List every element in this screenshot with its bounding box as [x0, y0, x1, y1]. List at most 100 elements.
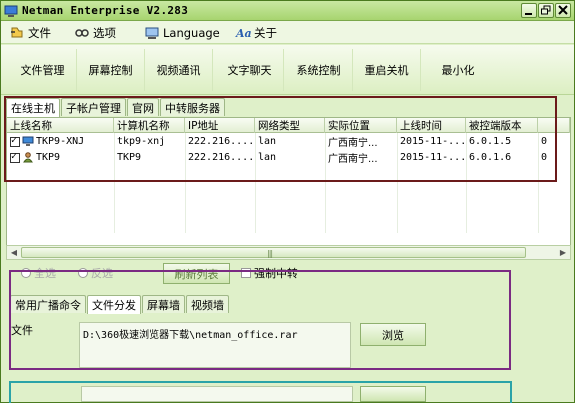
row-name: TKP9	[36, 152, 61, 163]
minimize-button[interactable]	[521, 3, 537, 18]
menu-about[interactable]: Aa 关于	[235, 24, 277, 41]
menu-file[interactable]: 文件	[9, 24, 51, 41]
column-divider	[466, 133, 467, 233]
scroll-right-arrow-icon[interactable]: ▶	[556, 246, 570, 259]
select-all-radio[interactable]	[21, 268, 31, 278]
column-divider	[185, 133, 186, 233]
cell-computer: TKP9	[117, 152, 142, 163]
restore-button[interactable]	[538, 3, 554, 18]
minimize-icon	[525, 13, 532, 15]
col-location[interactable]: 实际位置	[325, 118, 397, 133]
refresh-list-button[interactable]: 刷新列表	[163, 263, 230, 284]
restart-shutdown-button[interactable]: 重启关机	[353, 49, 421, 91]
table-header: 上线名称 计算机名称 IP地址 网络类型 实际位置 上线时间 被控端版本	[7, 118, 570, 133]
cell-online-name: TKP9-XNJ	[7, 134, 114, 149]
app-logo-icon	[4, 5, 18, 17]
tab-subaccounts[interactable]: 子帐户管理	[61, 98, 126, 116]
cell-time: 2015-11-...	[400, 152, 466, 163]
col-client-version[interactable]: 被控端版本	[466, 118, 538, 133]
minimize-app-button[interactable]: 最小化	[424, 49, 492, 91]
file-manager-button[interactable]: 文件管理	[9, 49, 77, 91]
restore-icon	[541, 5, 551, 15]
system-control-button[interactable]: 系统控制	[285, 49, 353, 91]
menu-options[interactable]: 选项	[74, 24, 116, 41]
browse-button[interactable]: 浏览	[360, 323, 426, 346]
relay-control: 强制中转	[241, 263, 298, 283]
cell-version: 6.0.1.6	[469, 152, 512, 163]
row-name: TKP9-XNJ	[36, 136, 85, 147]
table-row[interactable]: TKP9 TKP9 222.216.... lan 广西南宁... 2015-1…	[7, 150, 570, 165]
cell-computer: tkp9-xnj	[117, 136, 166, 147]
file-label: 文件	[11, 324, 33, 337]
table-row[interactable]: TKP9-XNJ tkp9-xnj 222.216.... lan 广西南宁..…	[7, 134, 570, 149]
title-bar[interactable]: Netman Enterprise V2.283	[1, 1, 574, 21]
toolbar: 文件管理 屏幕控制 视频通讯 文字聊天 系统控制 重启关机 最小化	[1, 45, 574, 95]
host-tabs: 在线主机 子帐户管理 官网 中转服务器	[6, 98, 226, 117]
close-button[interactable]	[555, 3, 571, 18]
app-window: Netman Enterprise V2.283 文件 选项 Language …	[0, 0, 575, 403]
tab-video-wall[interactable]: 视频墙	[186, 295, 229, 313]
file-menu-icon	[11, 27, 23, 37]
cell-location: 广西南宁...	[328, 154, 378, 165]
cell-online-name: TKP9	[7, 150, 114, 165]
screen-control-button[interactable]: 屏幕控制	[77, 49, 145, 91]
cell-location: 广西南宁...	[328, 138, 378, 149]
tab-online-hosts[interactable]: 在线主机	[6, 98, 60, 117]
cell-extra: 0	[541, 136, 548, 147]
video-call-button[interactable]: 视频通讯	[145, 49, 213, 91]
scroll-left-arrow-icon[interactable]: ◀	[7, 246, 21, 259]
cell-ip: 222.216....	[188, 152, 255, 163]
column-divider	[114, 133, 115, 233]
col-online-name[interactable]: 上线名称	[7, 118, 114, 133]
force-relay-checkbox[interactable]	[241, 268, 251, 278]
col-computer-name[interactable]: 计算机名称	[114, 118, 185, 133]
cell-ip: 222.216....	[188, 136, 255, 147]
scrollbar-thumb[interactable]: |||	[21, 247, 526, 258]
text-chat-button[interactable]: 文字聊天	[216, 49, 284, 91]
bottom-button[interactable]	[360, 386, 426, 402]
about-menu-icon: Aa	[235, 27, 251, 40]
grip-icon: |||	[267, 249, 273, 258]
computer-person-icon	[23, 152, 33, 163]
invert-selection-radio[interactable]	[78, 268, 88, 278]
invert-selection-label: 反选	[91, 267, 113, 280]
select-all-label: 全选	[34, 267, 56, 280]
cell-extra: 0	[541, 152, 548, 163]
svg-text:Aa: Aa	[235, 27, 251, 40]
column-divider	[325, 133, 326, 233]
col-ip[interactable]: IP地址	[185, 118, 255, 133]
row-checkbox[interactable]	[10, 135, 20, 147]
column-divider	[397, 133, 398, 233]
horizontal-scrollbar[interactable]: ◀ ||| ▶	[6, 245, 571, 260]
cell-version: 6.0.1.5	[469, 136, 512, 147]
bottom-input-field[interactable]	[81, 386, 353, 402]
col-online-time[interactable]: 上线时间	[397, 118, 466, 133]
close-icon	[558, 5, 568, 15]
tab-screen-wall[interactable]: 屏幕墙	[142, 295, 185, 313]
distribution-tabs: 常用广播命令 文件分发 屏幕墙 视频墙	[10, 295, 230, 314]
tab-broadcast-commands[interactable]: 常用广播命令	[10, 295, 86, 313]
file-path-field[interactable]: D:\360极速浏览器下载\netman_office.rar	[79, 322, 351, 368]
tab-file-distribution[interactable]: 文件分发	[87, 295, 141, 314]
window-title: Netman Enterprise V2.283	[22, 4, 189, 17]
options-menu-icon	[75, 28, 89, 37]
cell-network: lan	[258, 136, 277, 147]
menu-language-label: Language	[163, 25, 220, 40]
host-table: 上线名称 计算机名称 IP地址 网络类型 实际位置 上线时间 被控端版本 TKP…	[6, 117, 571, 247]
col-network-type[interactable]: 网络类型	[255, 118, 325, 133]
selection-controls: 全选 反选	[21, 263, 113, 283]
menu-about-label: 关于	[254, 25, 277, 40]
column-divider	[255, 133, 256, 233]
force-relay-label: 强制中转	[254, 267, 298, 280]
cell-network: lan	[258, 152, 277, 163]
menu-bar: 文件 选项 Language Aa 关于	[1, 21, 574, 44]
cell-time: 2015-11-...	[400, 136, 466, 147]
row-checkbox[interactable]	[10, 151, 20, 163]
language-menu-icon	[145, 27, 159, 39]
computer-icon	[22, 136, 34, 146]
tab-relay-server[interactable]: 中转服务器	[160, 98, 225, 116]
menu-language[interactable]: Language	[144, 24, 220, 41]
col-extra[interactable]	[538, 118, 570, 133]
column-divider	[538, 133, 539, 233]
tab-official-site[interactable]: 官网	[127, 98, 159, 116]
